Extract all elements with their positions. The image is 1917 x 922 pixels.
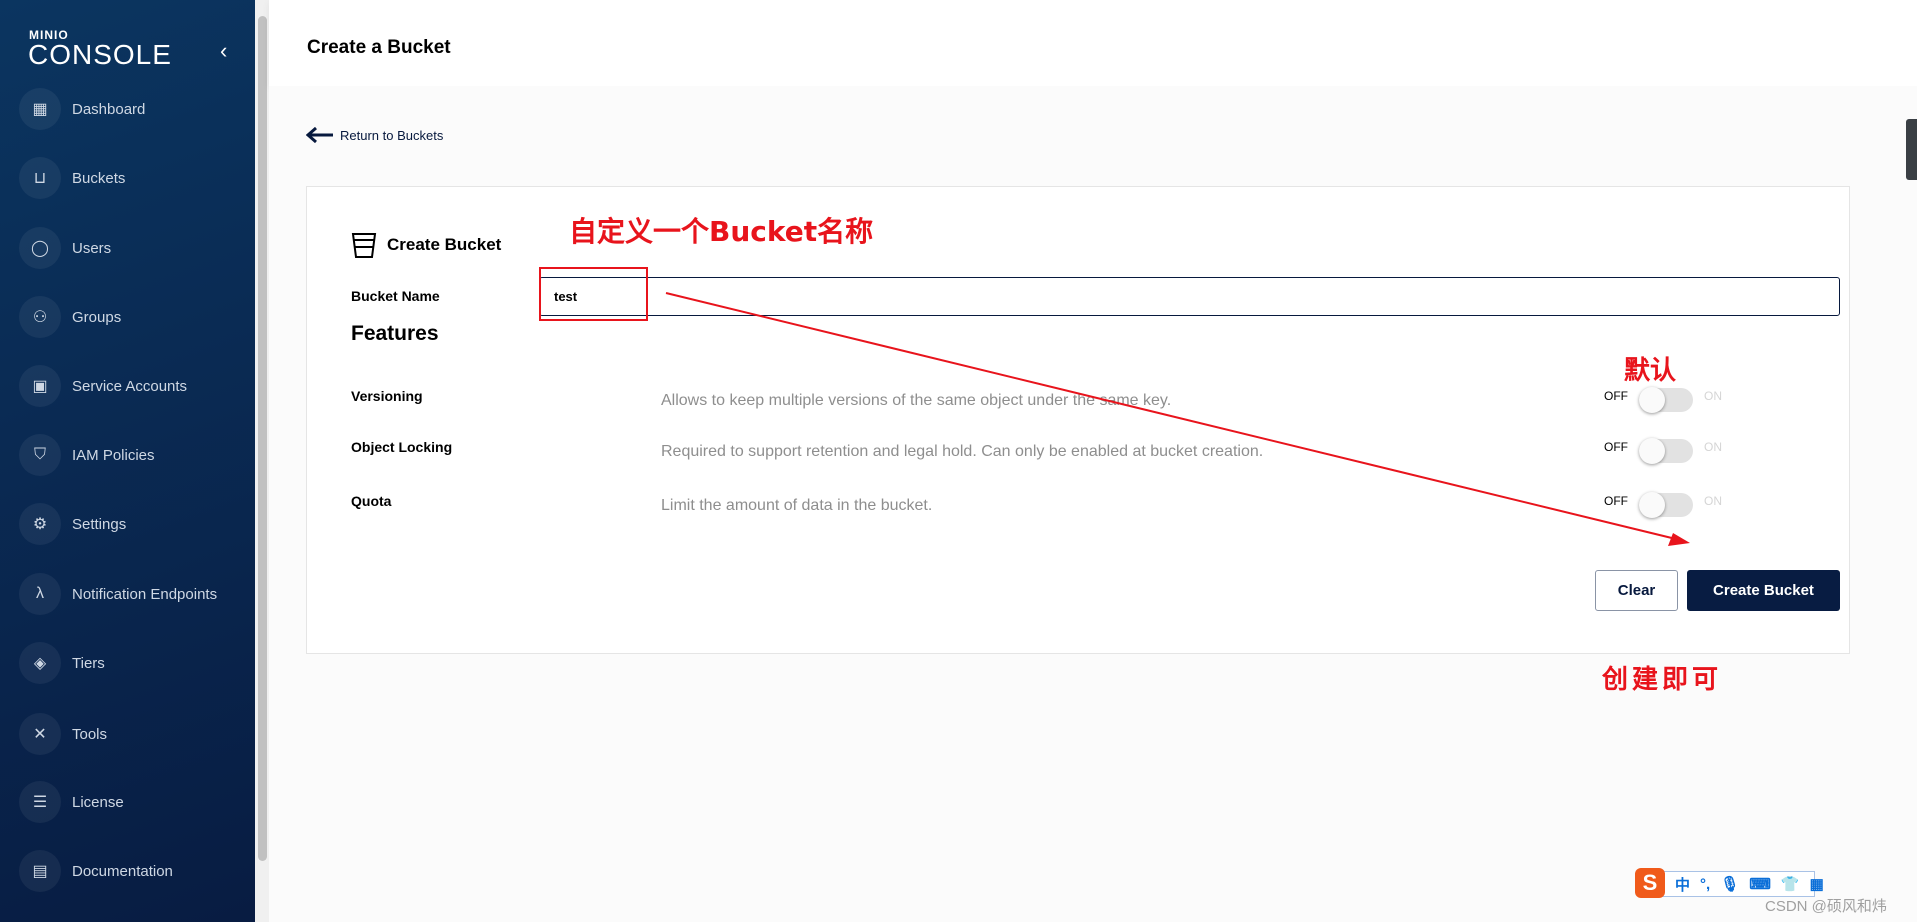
ime-punct[interactable]: °, <box>1700 876 1710 893</box>
ime-toolbar[interactable]: S 中 °, 🎙 ⌨ 👕 ▦ <box>1635 868 1824 898</box>
annotation-name-hint: 自定义一个Bucket名称 <box>569 215 874 248</box>
mic-icon[interactable]: 🎙 <box>1720 875 1739 893</box>
watermark: CSDN @硕风和炜 <box>1765 898 1887 915</box>
skin-icon[interactable]: 👕 <box>1781 875 1800 893</box>
apps-icon[interactable]: ▦ <box>1810 875 1824 893</box>
ime-lang[interactable]: 中 <box>1675 874 1690 895</box>
keyboard-icon[interactable]: ⌨ <box>1749 875 1771 893</box>
annotation-arrow <box>665 292 1690 546</box>
sogou-logo-icon: S <box>1635 868 1665 898</box>
annotation-create-hint: 创建即可 <box>1602 665 1723 695</box>
annotation-default-hint: 默认 <box>1624 356 1677 386</box>
